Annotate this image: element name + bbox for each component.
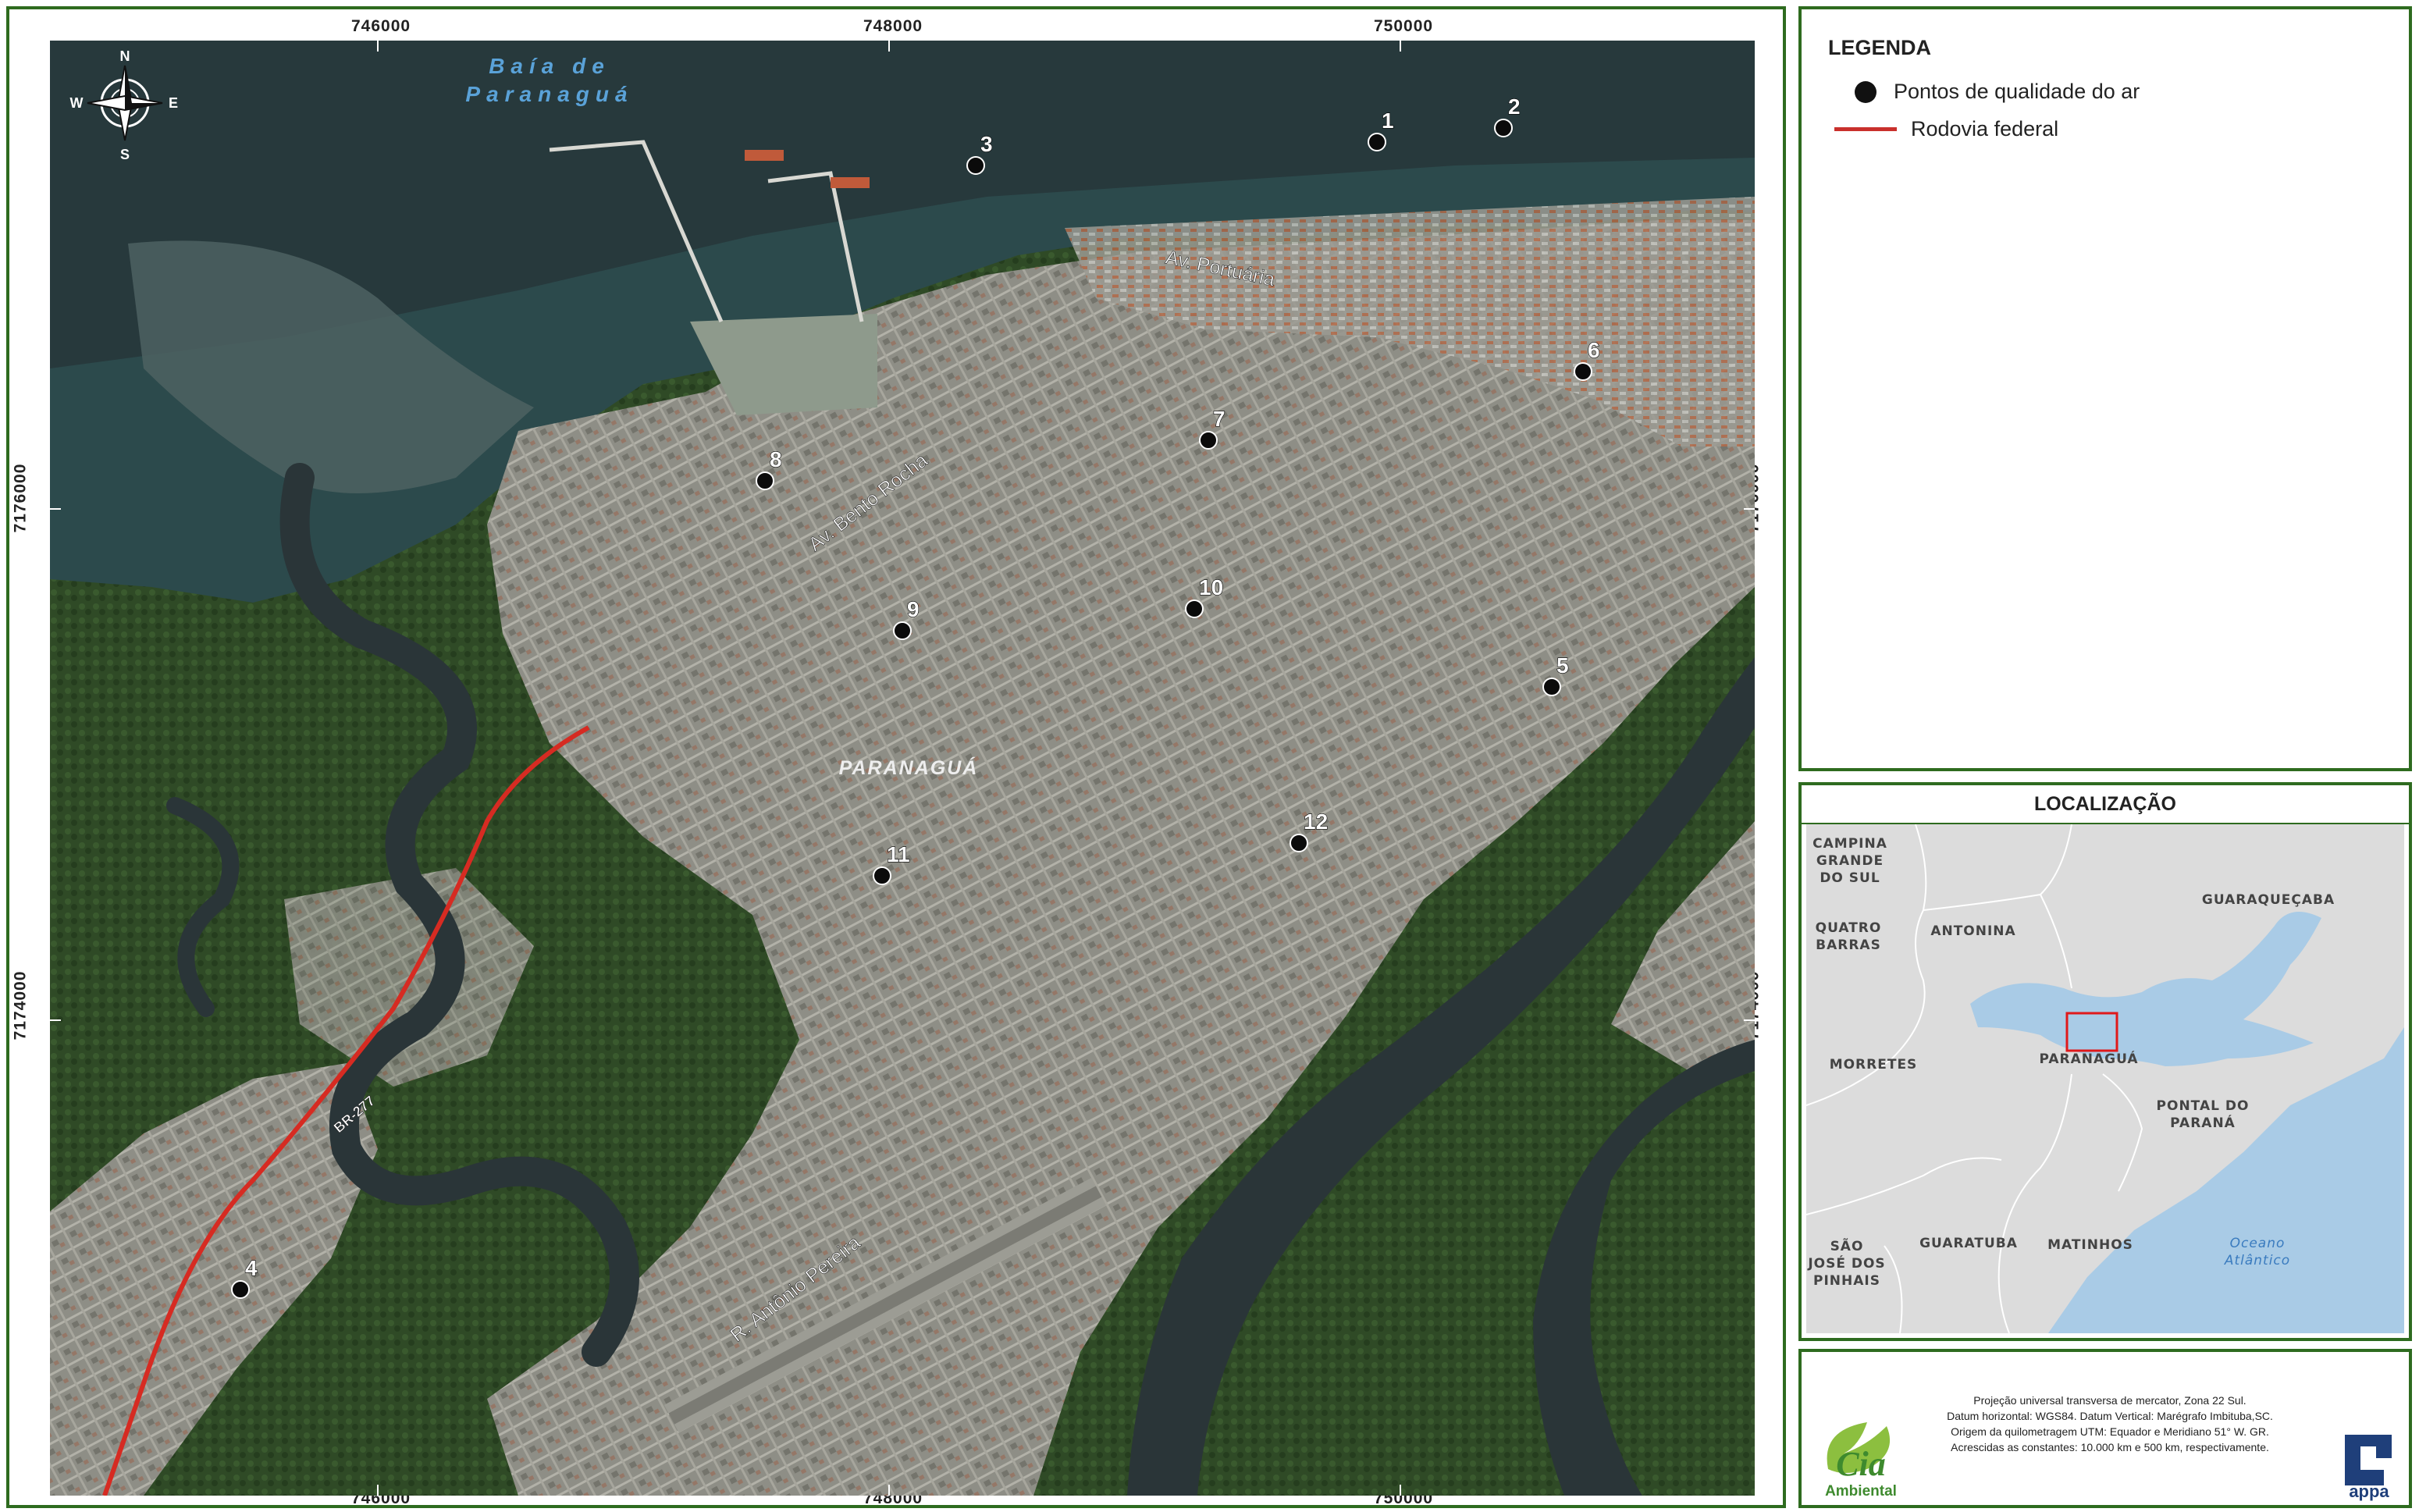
place-guaraquecaba: GUARAQUEÇABA bbox=[2202, 892, 2335, 908]
legend-item-road: Rodovia federal bbox=[1828, 117, 2058, 141]
cia-ambiental-logo: Cia Ambiental bbox=[1825, 1422, 1897, 1500]
point-marker bbox=[1199, 431, 1218, 450]
place-pontal-1: PONTAL DO bbox=[2157, 1098, 2250, 1114]
red-line-icon bbox=[1834, 127, 1897, 131]
place-quatro-2: BARRAS bbox=[1816, 937, 1881, 953]
place-campina-1: CAMPINA bbox=[1812, 836, 1887, 852]
point-marker bbox=[231, 1280, 250, 1299]
point-label: 4 bbox=[245, 1256, 258, 1280]
map-panel: 746000 748000 750000 746000 748000 75000… bbox=[6, 6, 1786, 1508]
place-sao-jose-3: PINHAIS bbox=[1813, 1273, 1880, 1289]
compass-w: W bbox=[70, 95, 84, 111]
point-label: 7 bbox=[1213, 407, 1226, 431]
point-label: 12 bbox=[1304, 809, 1328, 834]
appa-logo: appa bbox=[2345, 1435, 2392, 1501]
location-map: CAMPINA GRANDE DO SUL QUATRO BARRAS ANTO… bbox=[1806, 824, 2404, 1333]
y-tick-left-1: 7176000 bbox=[11, 463, 30, 533]
x-tick-top-3: 750000 bbox=[1374, 17, 1434, 35]
point-label: 2 bbox=[1508, 94, 1521, 119]
point-label: 5 bbox=[1556, 653, 1569, 678]
y-tick-left-2: 7174000 bbox=[11, 970, 30, 1041]
place-pontal-2: PARANÁ bbox=[2170, 1114, 2236, 1131]
place-matinhos: MATINHOS bbox=[2047, 1237, 2133, 1253]
logo-left-text-1: Cia bbox=[1836, 1445, 1886, 1483]
point-marker bbox=[1185, 599, 1204, 618]
bay-label-line2: Paranaguá bbox=[465, 82, 633, 106]
city-label: PARANAGUÁ bbox=[839, 756, 979, 779]
place-campina-3: DO SUL bbox=[1820, 870, 1880, 886]
point-label: 8 bbox=[770, 447, 782, 471]
projection-info: Projeção universal transversa de mercato… bbox=[1934, 1393, 2286, 1455]
point-marker bbox=[1494, 119, 1513, 137]
compass-s: S bbox=[120, 147, 130, 162]
place-paranagua: PARANAGUÁ bbox=[2039, 1050, 2138, 1067]
place-sao-jose-2: JOSÉ DOS bbox=[1807, 1254, 1885, 1272]
datum-line: Datum horizontal: WGS84. Datum Vertical:… bbox=[1947, 1410, 2273, 1422]
constants-line: Acrescidas as constantes: 10.000 km e 50… bbox=[1951, 1441, 2269, 1453]
legend-panel: LEGENDA Pontos de qualidade do ar Rodovi… bbox=[1798, 6, 2412, 771]
place-morretes: MORRETES bbox=[1830, 1057, 1918, 1073]
place-quatro-1: QUATRO bbox=[1816, 920, 1882, 936]
projection-line: Projeção universal transversa de mercato… bbox=[1973, 1394, 2246, 1407]
location-panel: LOCALIZAÇÃO CAMPINA GRANDE DO SUL QUATRO… bbox=[1798, 782, 2412, 1341]
point-marker bbox=[966, 156, 985, 175]
place-oceano-2: Atlântico bbox=[2224, 1253, 2290, 1268]
point-label: 6 bbox=[1588, 338, 1600, 362]
satellite-map: N S E W Baía de Paranaguá PARANAGUÁ Av. … bbox=[50, 41, 1755, 1496]
point-marker bbox=[1290, 834, 1308, 852]
point-label: 9 bbox=[907, 597, 920, 621]
point-label: 10 bbox=[1199, 575, 1223, 599]
point-marker bbox=[1542, 678, 1561, 696]
place-antonina: ANTONINA bbox=[1930, 923, 2015, 939]
location-title: LOCALIZAÇÃO bbox=[1802, 785, 2409, 824]
info-panel: Projeção universal transversa de mercato… bbox=[1798, 1349, 2412, 1508]
point-marker bbox=[873, 866, 891, 885]
point-label: 11 bbox=[887, 842, 910, 866]
point-label: 3 bbox=[980, 132, 993, 156]
legend-item-label: Rodovia federal bbox=[1911, 117, 2059, 141]
legend-item-points: Pontos de qualidade do ar bbox=[1828, 80, 2140, 104]
x-tick-top-1: 746000 bbox=[351, 17, 411, 35]
legend-title: LEGENDA bbox=[1828, 36, 1932, 59]
place-guaratuba: GUARATUBA bbox=[1919, 1236, 2018, 1251]
place-sao-jose-1: SÃO bbox=[1830, 1236, 1864, 1254]
point-marker bbox=[893, 621, 912, 640]
origin-line: Origem da quilometragem UTM: Equador e M… bbox=[1951, 1425, 2269, 1438]
place-campina-2: GRANDE bbox=[1816, 853, 1884, 869]
point-marker bbox=[1368, 133, 1386, 151]
point-marker bbox=[1574, 362, 1592, 381]
black-dot-icon bbox=[1855, 80, 1877, 103]
place-oceano-1: Oceano bbox=[2230, 1236, 2286, 1251]
compass-n: N bbox=[120, 48, 130, 64]
legend-item-label: Pontos de qualidade do ar bbox=[1894, 80, 2140, 103]
compass-e: E bbox=[169, 95, 178, 111]
point-label: 1 bbox=[1382, 109, 1394, 133]
x-tick-top-2: 748000 bbox=[863, 17, 923, 35]
bay-label-line1: Baía de bbox=[489, 54, 610, 78]
logo-right-text: appa bbox=[2349, 1482, 2389, 1501]
point-marker bbox=[756, 471, 774, 490]
logo-left-text-2: Ambiental bbox=[1825, 1483, 1897, 1500]
